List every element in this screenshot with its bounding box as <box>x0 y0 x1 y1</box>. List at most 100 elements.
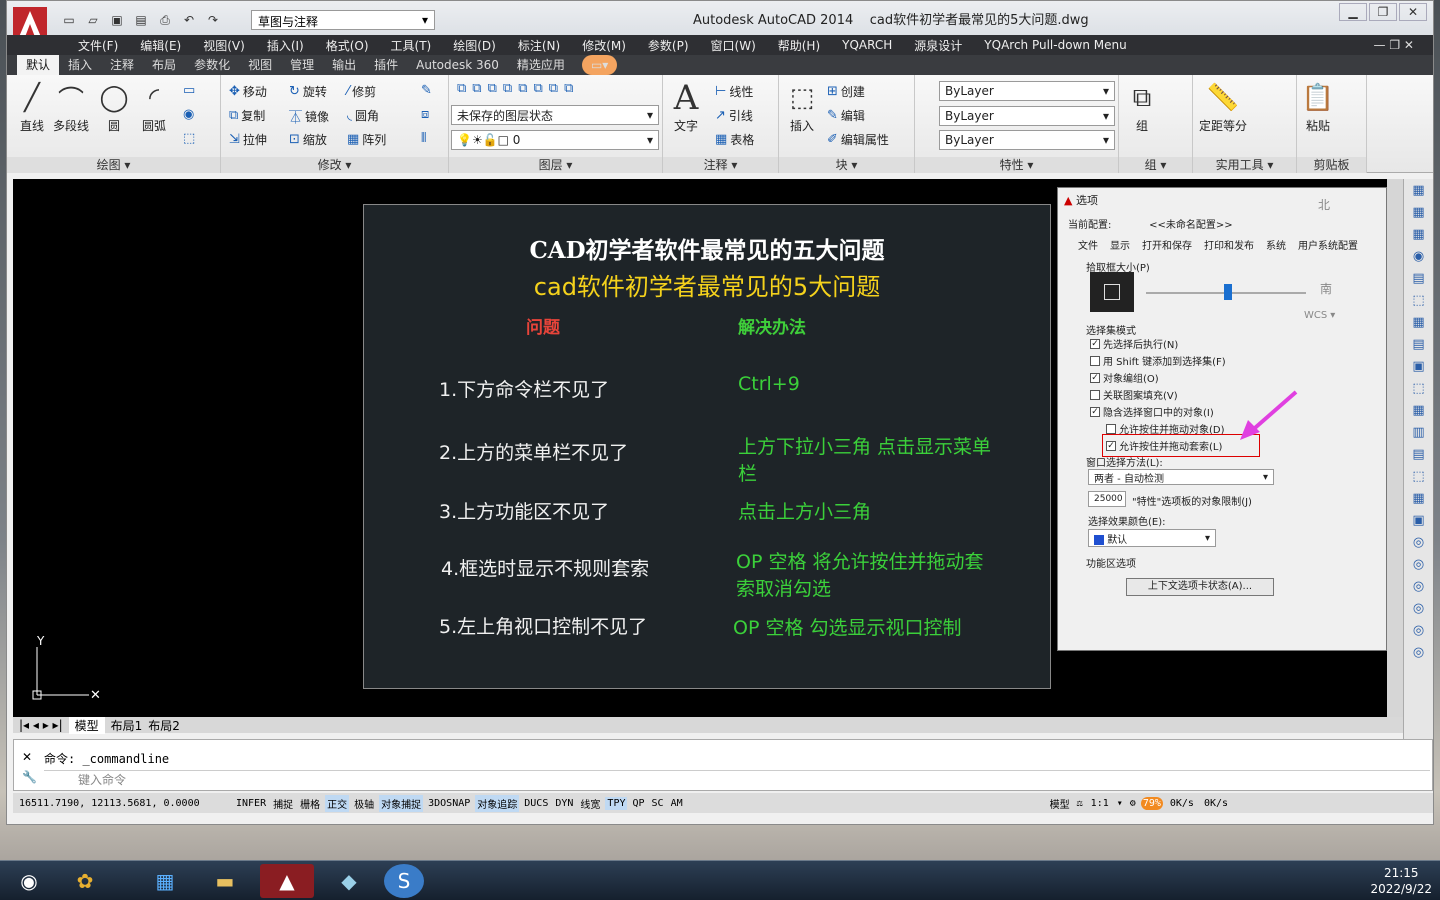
opt-press-drag-lasso[interactable]: ✓ 允许按住并拖动套索(L) <box>1101 434 1261 457</box>
toggle-polar[interactable]: 极轴 <box>352 795 376 812</box>
save-icon[interactable]: ▣ <box>107 11 127 29</box>
opt-shift-add[interactable]: 用 Shift 键添加到选择集(F) <box>1090 353 1226 368</box>
tab-insert[interactable]: 插入 <box>59 55 101 75</box>
menu-yqarch-pulldown[interactable]: YQArch Pull-down Menu <box>973 38 1137 52</box>
insert-block-button[interactable]: ⬚ 插入 <box>785 79 819 134</box>
toolbar-icon[interactable]: ▦ <box>1410 491 1428 509</box>
menu-dimension[interactable]: 标注(N) <box>507 37 571 54</box>
toggle-sc[interactable]: SC <box>650 797 666 810</box>
toggle-qp[interactable]: QP <box>630 797 646 810</box>
menu-modify[interactable]: 修改(M) <box>571 37 637 54</box>
taskbar-app-icon[interactable]: ✿ <box>58 864 112 898</box>
panel-properties-title[interactable]: 特性 ▾ <box>915 157 1118 173</box>
toolbar-icon[interactable]: ▤ <box>1410 271 1428 289</box>
trim-button[interactable]: ⁄ 修剪 <box>347 83 376 100</box>
toggle-otrack[interactable]: 对象追踪 <box>475 794 520 812</box>
move-button[interactable]: ✥ 移动 <box>229 83 267 100</box>
layer-state-dropdown[interactable]: 未保存的图层状态 ▾ <box>451 105 659 125</box>
panel-utilities-title[interactable]: 实用工具 ▾ <box>1193 157 1296 173</box>
tab-display[interactable]: 显示 <box>1110 237 1130 252</box>
toolbar-icon[interactable]: ⬚ <box>1410 381 1428 399</box>
checkbox-checked[interactable]: ✓ <box>1090 406 1100 417</box>
checkbox-checked[interactable]: ✓ <box>1090 372 1100 383</box>
measure-button[interactable]: 📏 定距等分 <box>1199 79 1247 134</box>
toggle-grid[interactable]: 栅格 <box>298 795 322 812</box>
toggle-ducs[interactable]: DUCS <box>522 797 550 810</box>
gear-icon[interactable]: ⚙ <box>1128 797 1138 810</box>
menu-view[interactable]: 视图(V) <box>192 37 256 54</box>
menu-edit[interactable]: 编辑(E) <box>129 37 192 54</box>
vertical-scrollbar[interactable] <box>1387 179 1403 717</box>
toolbar-icon[interactable]: ◎ <box>1410 601 1428 619</box>
opt-implied-window[interactable]: ✓ 隐含选择窗口中的对象(I) <box>1090 404 1214 419</box>
toolbar-icon[interactable]: ◎ <box>1410 557 1428 575</box>
group-button[interactable]: ⧉ 组 <box>1125 79 1159 134</box>
toggle-osnap[interactable]: 对象捕捉 <box>379 794 424 812</box>
edit-block-button[interactable]: ✎ 编辑 <box>827 107 865 124</box>
tab-model[interactable]: 模型 <box>68 716 105 734</box>
explode-button[interactable]: ⧈ <box>421 107 429 122</box>
panel-group-title[interactable]: 组 ▾ <box>1119 157 1192 173</box>
toggle-3dosnap[interactable]: 3DOSNAP <box>426 797 472 810</box>
menu-yqarch[interactable]: YQARCH <box>831 38 903 52</box>
taskbar-app-icon[interactable]: ◆ <box>322 864 376 898</box>
tab-view[interactable]: 视图 <box>239 55 281 75</box>
toggle-dyn[interactable]: DYN <box>553 797 575 810</box>
mirror-button[interactable]: ⏄ 镜像 <box>289 107 329 126</box>
edit-attr-button[interactable]: ✐ 编辑属性 <box>827 131 889 148</box>
toolbar-icon[interactable]: ⬚ <box>1410 293 1428 311</box>
toggle-tpy[interactable]: TPY <box>605 796 628 810</box>
polyline-button[interactable]: ⌒ 多段线 <box>53 79 89 134</box>
opt-press-drag-object[interactable]: 允许按住并拖动对象(D) <box>1106 421 1225 436</box>
linear-dim-button[interactable]: ⊢ 线性 <box>715 83 753 100</box>
toolbar-icon[interactable]: ◉ <box>1410 249 1428 267</box>
tab-layout[interactable]: 布局 <box>143 55 185 75</box>
taskbar-app-icon[interactable]: ▦ <box>138 864 192 898</box>
copy-button[interactable]: ⧉ 复制 <box>229 107 265 124</box>
leader-button[interactable]: ↗ 引线 <box>715 107 753 124</box>
menu-params[interactable]: 参数(P) <box>637 37 700 54</box>
toggle-ortho[interactable]: 正交 <box>325 794 350 812</box>
saveas-icon[interactable]: ▤ <box>131 11 151 29</box>
open-icon[interactable]: ▱ <box>83 11 103 29</box>
opt-object-grouping[interactable]: ✓ 对象编组(O) <box>1090 370 1159 385</box>
redo-icon[interactable]: ↷ <box>203 11 223 29</box>
taskbar-app-icon[interactable]: S <box>384 864 424 898</box>
tab-user-prefs[interactable]: 用户系统配置 <box>1298 237 1358 252</box>
toolbar-icon[interactable]: ◎ <box>1410 645 1428 663</box>
toolbar-icon[interactable]: ◎ <box>1410 535 1428 553</box>
offset-button[interactable]: ⫴ <box>421 131 426 146</box>
toolbar-icon[interactable]: ⬚ <box>1410 469 1428 487</box>
object-limit-input[interactable]: 25000 <box>1088 491 1126 507</box>
toolbar-icon[interactable]: ◎ <box>1410 623 1428 641</box>
panel-clipboard-title[interactable]: 剪贴板 <box>1297 157 1366 173</box>
panel-annotation-title[interactable]: 注释 ▾ <box>663 157 778 173</box>
boundary-button[interactable]: ⬚ <box>183 131 195 146</box>
layer-tools[interactable]: ⧉ ⧉ ⧉ ⧉ ⧉ ⧉ ⧉ ⧉ <box>457 81 573 96</box>
toggle-lineweight[interactable]: 线宽 <box>578 795 602 812</box>
hatch-button[interactable]: ◉ <box>183 107 194 122</box>
erase-button[interactable]: ✎ <box>421 83 432 98</box>
menu-format[interactable]: 格式(O) <box>315 37 380 54</box>
table-button[interactable]: ▦ 表格 <box>715 131 754 148</box>
color-dropdown[interactable]: ByLayer ▾ <box>939 81 1115 101</box>
new-icon[interactable]: ▭ <box>59 11 79 29</box>
menu-file[interactable]: 文件(F) <box>67 37 129 54</box>
layer-dropdown[interactable]: 💡☀🔓□ 0 ▾ <box>451 130 659 150</box>
pickbox-slider-thumb[interactable] <box>1224 284 1232 300</box>
toolbar-icon[interactable]: ◎ <box>1410 579 1428 597</box>
scale-button[interactable]: ⊡ 缩放 <box>289 131 327 148</box>
array-button[interactable]: ▦ 阵列 <box>347 131 386 148</box>
tab-featured[interactable]: 精选应用 <box>508 55 574 75</box>
checkbox-checked[interactable]: ✓ <box>1090 338 1100 349</box>
fillet-button[interactable]: ◟ 圆角 <box>347 107 379 124</box>
tab-parametric[interactable]: 参数化 <box>185 55 239 75</box>
toolbar-icon[interactable]: ▦ <box>1410 205 1428 223</box>
menu-help[interactable]: 帮助(H) <box>767 37 831 54</box>
menu-window-controls[interactable]: — ❐ ✕ <box>1363 38 1425 52</box>
tab-annotate[interactable]: 注释 <box>101 55 143 75</box>
layout-nav[interactable]: |◂ ◂ ▸ ▸| <box>19 718 63 732</box>
tab-plot-publish[interactable]: 打印和发布 <box>1204 237 1254 252</box>
checkbox-unchecked[interactable] <box>1106 423 1116 434</box>
wrench-icon[interactable]: 🔧 <box>22 770 37 784</box>
